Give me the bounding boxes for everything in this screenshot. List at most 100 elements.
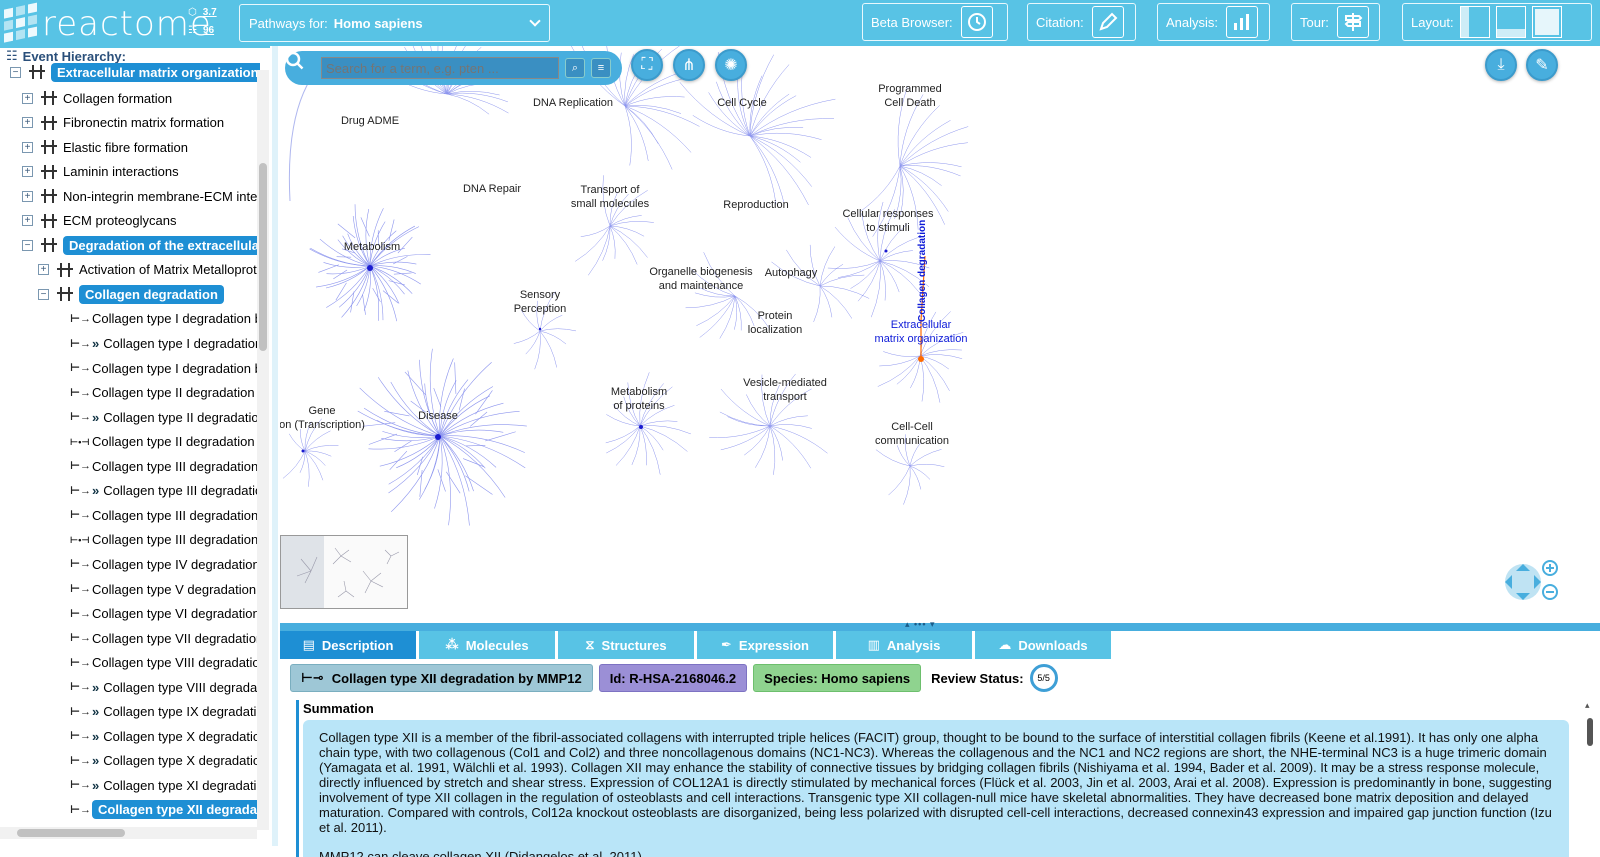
review-status-badge[interactable]: 5/5 [1029, 664, 1058, 692]
search-submit-icon[interactable]: ⌕ [565, 58, 585, 78]
expand-icon[interactable]: + [22, 117, 33, 129]
tree-reaction-item[interactable]: ⊢•⊣Collagen type III degradation by MMP9 [54, 529, 260, 551]
tab-analysis[interactable]: ▥ Analysis [836, 631, 972, 659]
tree-pathway-item[interactable]: − Collagen degradation [38, 283, 224, 305]
expand-icon[interactable]: + [22, 215, 33, 227]
fit-screen-icon[interactable]: ⛶ [631, 49, 663, 81]
analysis-chart-icon[interactable] [1226, 6, 1259, 38]
tree-pathway-item[interactable]: + Laminin interactions [22, 161, 179, 183]
expand-icon[interactable]: + [22, 92, 33, 104]
signpost-icon[interactable] [1336, 6, 1369, 38]
expand-icon[interactable]: + [22, 190, 33, 202]
tree-reaction-item[interactable]: ⊢→Collagen type VI degradation by MMP2,9 [54, 603, 260, 625]
search-options-icon[interactable]: ≡ [591, 58, 611, 78]
search-icon[interactable] [285, 51, 313, 79]
tree-reaction-item[interactable]: ⊢→Collagen type VII degradation by MMP1,… [54, 627, 260, 649]
search-bar: ⌕ ≡ [285, 51, 622, 85]
tree-pathway-item[interactable]: + Activation of Matrix Metalloproteinases [38, 259, 260, 281]
tree-reaction-item[interactable]: ⊢→»Collagen type III degradation by MMP2 [54, 480, 260, 502]
diagram-pathway-label[interactable]: Disease [418, 409, 458, 423]
tab-description[interactable]: ▤ Description [280, 631, 416, 659]
hierarchy-layout-icon[interactable]: ⋔ [673, 49, 705, 81]
tree-reaction-item[interactable]: ⊢→»Collagen type VIII degradation by MMP… [54, 676, 260, 698]
tree-vertical-scrollbar[interactable] [257, 70, 269, 830]
bar-chart-icon: ▥ [867, 637, 880, 652]
tree-reaction-item[interactable]: ⊢→Collagen type XII degradation by MMP12 [54, 799, 260, 821]
history-icon[interactable] [960, 6, 993, 38]
panel-splitter[interactable] [270, 46, 280, 846]
tree-reaction-item[interactable]: ⊢→»Collagen type X degradation by MMP1 [54, 725, 260, 747]
compass-icon[interactable]: ✎ [1526, 49, 1558, 81]
tree-pathway-item[interactable]: − Extracellular matrix organization [10, 62, 260, 83]
diagram-pathway-label[interactable]: Sensory Perception [514, 288, 567, 316]
pathway-diagram[interactable]: DNA Replication Cell Cycle Programmed Cell… [280, 46, 1600, 623]
diagram-pathway-label[interactable]: Vesicle-mediated transport [743, 376, 827, 404]
tree-reaction-item[interactable]: ⊢→»Collagen type IX degradation by MMP3 [54, 701, 260, 723]
tree-reaction-item[interactable]: ⊢→Collagen type I degradation by MMP1,8,… [54, 308, 260, 330]
tree-reaction-item[interactable]: ⊢→Collagen type IV degradation by MMP2,9 [54, 553, 260, 575]
tree-reaction-item[interactable]: ⊢→Collagen type VIII degradation by MMP1 [54, 652, 260, 674]
tree-reaction-item[interactable]: ⊢→»Collagen type XI degradation by MMP2 [54, 774, 260, 796]
panel-divider[interactable]: ▴ ••• ▾ [280, 619, 1600, 631]
expand-icon[interactable]: + [22, 141, 33, 153]
tree-reaction-item[interactable]: ⊢→Collagen type V degradation by MMP2,9 [54, 578, 260, 600]
reaction-icon: ⊢→ [70, 607, 92, 620]
tree-pathway-item[interactable]: + ECM proteoglycans [22, 210, 176, 232]
diagram-thumbnail[interactable] [280, 535, 408, 609]
tree-reaction-item[interactable]: ⊢→»Collagen type II degradation by MMP2 [54, 406, 260, 428]
species-selector[interactable]: Pathways for: Homo sapiens [239, 4, 550, 42]
download-icon[interactable]: ⤓ [1485, 49, 1517, 81]
tab-downloads[interactable]: ☁ Downloads [975, 631, 1111, 659]
layout-left-icon[interactable] [1459, 6, 1490, 38]
diagram-pathway-label[interactable]: Protein localization [748, 309, 802, 337]
diagram-pathway-label[interactable]: Cell-Cell communication [875, 420, 949, 448]
tree-reaction-item[interactable]: ⊢→Collagen type III degradation by MMP14 [54, 504, 260, 526]
tree-reaction-item[interactable]: ⊢→Collagen type II degradation by MMP1,8… [54, 382, 260, 404]
tree-reaction-item[interactable]: ⊢•⊣Collagen type II degradation by MMP14 [54, 431, 260, 453]
diagram-pathway-label[interactable]: Autophagy [765, 266, 818, 280]
tab-structures[interactable]: ⧖ Structures [558, 631, 694, 659]
expand-icon[interactable]: + [38, 264, 49, 276]
diagram-pathway-label[interactable]: Extracellular matrix organization [875, 318, 968, 346]
version-number[interactable]: 3.7 [203, 4, 217, 22]
diagram-pathway-label[interactable]: DNA Repair [463, 182, 521, 196]
collapse-icon[interactable]: − [38, 288, 49, 300]
collapse-icon[interactable]: − [10, 66, 21, 78]
network-icon[interactable]: ✺ [715, 49, 747, 81]
diagram-pathway-label[interactable]: Drug ADME [341, 114, 399, 128]
collapse-icon[interactable]: − [22, 239, 33, 251]
tab-expression[interactable]: ✒ Expression [697, 631, 833, 659]
diagram-pathway-label[interactable]: Metabolism [344, 240, 400, 254]
tree-reaction-item[interactable]: ⊢→»Collagen type I degradation by MMP2 [54, 333, 260, 355]
molecule-icon: ⁂ [445, 637, 459, 652]
reactome-logo[interactable]: reactome [4, 2, 212, 44]
tab-molecules[interactable]: ⁂ Molecules [419, 631, 555, 659]
pencil-icon[interactable] [1091, 6, 1124, 38]
search-input[interactable] [321, 57, 559, 79]
tree-pathway-item[interactable]: + Fibronectin matrix formation [22, 112, 224, 134]
tree-reaction-item[interactable]: ⊢→»Collagen type X degradation by MMP2 [54, 750, 260, 772]
description-scrollbar[interactable]: ▴ [1583, 700, 1597, 857]
diagram-pathway-label[interactable]: Metabolism of proteins [611, 385, 667, 413]
tree-pathway-item[interactable]: − Degradation of the extracellular matrix [22, 234, 260, 256]
tree-reaction-item[interactable]: ⊢→Collagen type III degradation by MMP1,… [54, 455, 260, 477]
diagram-pathway-label[interactable]: Organelle biogenesis and maintenance [649, 265, 752, 293]
diagram-pathway-label[interactable]: Cell Cycle [717, 96, 767, 110]
tree-reaction-item[interactable]: ⊢→Collagen type I degradation by MMP14 [54, 357, 260, 379]
layout-full-icon[interactable] [1531, 6, 1562, 38]
vertical-pathway-label[interactable]: Collagen degradation [916, 220, 930, 322]
tree-item-label: Collagen type VIII degradation by MMP2 [103, 679, 260, 695]
tree-item-label: Elastic fibre formation [63, 139, 188, 155]
tree-pathway-item[interactable]: + Elastic fibre formation [22, 136, 188, 158]
expand-icon[interactable]: + [22, 166, 33, 178]
diagram-pathway-label[interactable]: DNA Replication [533, 96, 613, 110]
diagram-pathway-label[interactable]: Programmed Cell Death [878, 82, 942, 110]
diagram-pathway-label[interactable]: Transport of small molecules [571, 183, 649, 211]
layout-bottom-icon[interactable] [1495, 6, 1526, 38]
tree-pathway-item[interactable]: + Collagen formation [22, 87, 172, 109]
diagram-pathway-label[interactable]: Gene on (Transcription) [280, 404, 365, 432]
release-count[interactable]: 96 [203, 22, 214, 40]
diagram-pathway-label[interactable]: Reproduction [723, 198, 788, 212]
tree-pathway-item[interactable]: + Non-integrin membrane-ECM interactions [22, 185, 260, 207]
tree-horizontal-scrollbar[interactable] [0, 827, 257, 839]
